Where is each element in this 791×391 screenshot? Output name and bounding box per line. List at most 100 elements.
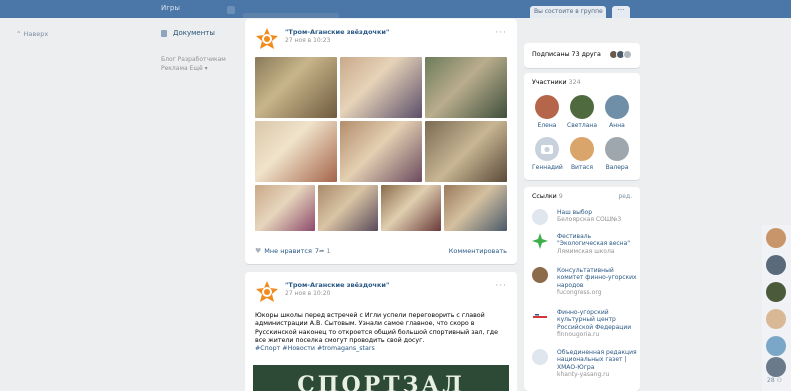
camera-icon bbox=[535, 137, 559, 161]
sidebar-item-label: Документы bbox=[173, 29, 215, 37]
post-date[interactable]: 27 ноя в 10:20 bbox=[285, 290, 330, 297]
avatar[interactable] bbox=[766, 357, 786, 377]
avatar bbox=[623, 50, 632, 59]
top-header: Игры Вы состоите в группе ··· bbox=[0, 0, 791, 18]
member-item[interactable]: Светлана bbox=[567, 95, 597, 129]
avatar[interactable] bbox=[766, 228, 786, 248]
group-avatar-icon[interactable] bbox=[255, 27, 279, 51]
friend-avatars bbox=[609, 50, 632, 59]
share-count: 1 bbox=[326, 247, 331, 255]
chevron-up-icon: ⌃ bbox=[16, 30, 22, 38]
post-header: "Тром-Аганские звёздочки" 27 ноя в 10:20… bbox=[255, 280, 507, 306]
back-to-top-label: Наверх bbox=[23, 30, 49, 38]
avatar bbox=[570, 95, 594, 119]
heart-icon: ♥ bbox=[255, 247, 262, 255]
post-photo[interactable] bbox=[255, 57, 337, 118]
post-tab-strip bbox=[243, 13, 339, 18]
people-icon bbox=[532, 209, 548, 225]
member-name: Анна bbox=[609, 122, 625, 129]
post-photo[interactable] bbox=[381, 185, 441, 231]
member-name: Витася bbox=[570, 164, 594, 171]
links-header[interactable]: Ссылки 9 bbox=[532, 193, 563, 200]
link-subtitle: finnougoria.ru bbox=[557, 331, 600, 339]
post-photo[interactable] bbox=[425, 57, 507, 118]
festival-logo-icon bbox=[532, 233, 548, 249]
avatar bbox=[605, 95, 629, 119]
member-name: Валера bbox=[605, 164, 629, 171]
avatar[interactable] bbox=[766, 336, 786, 356]
avatar[interactable] bbox=[766, 282, 786, 302]
avatar[interactable] bbox=[766, 309, 786, 329]
link-subtitle: Белоярская СОШ№3 bbox=[557, 216, 622, 224]
members-title: Участники bbox=[532, 79, 567, 86]
post-photo[interactable] bbox=[340, 57, 422, 118]
wall-post: "Тром-Аганские звёздочки" 27 ноя в 10:20… bbox=[245, 272, 517, 391]
chat-rail: 28 ⚇ bbox=[762, 225, 791, 391]
footer-links-row1[interactable]: Блог Разработчикам bbox=[161, 55, 241, 64]
post-hashtags[interactable]: #Спорт #Новости #tromagans_stars bbox=[255, 345, 510, 353]
link-title: Консультативный комитет финно-угорских н… bbox=[557, 267, 637, 289]
post-header: "Тром-Аганские звёздочки" 27 ноя в 10:23… bbox=[255, 27, 507, 53]
share-icon: ➦ bbox=[319, 247, 325, 255]
link-title: Фестиваль "Экологическая весна" bbox=[557, 233, 631, 248]
document-icon bbox=[161, 29, 167, 37]
joined-group-button[interactable]: Вы состоите в группе bbox=[530, 6, 606, 18]
link-arrow-icon bbox=[532, 349, 548, 365]
links-edit-link[interactable]: ред. bbox=[618, 193, 632, 200]
members-block: Участники 324 Елена Светлана Анна Геннад… bbox=[524, 73, 640, 180]
member-name: Светлана bbox=[567, 122, 598, 129]
post-photo[interactable] bbox=[255, 185, 315, 231]
like-button[interactable]: ♥ Мне нравится 7 bbox=[255, 247, 319, 255]
post-text: Юкоры школы перед встречей с Игли успели… bbox=[255, 312, 510, 353]
post-photo[interactable] bbox=[255, 121, 337, 182]
post-photo[interactable] bbox=[340, 121, 422, 182]
avatar bbox=[535, 95, 559, 119]
member-item[interactable]: Валера bbox=[602, 137, 632, 171]
member-name: Геннадий bbox=[532, 164, 563, 171]
link-title: Наш выбор bbox=[557, 209, 593, 216]
share-button[interactable]: ➦ 1 bbox=[319, 247, 331, 255]
link-subtitle: Лямимская школа bbox=[557, 247, 615, 255]
group-avatar-icon[interactable] bbox=[255, 280, 279, 304]
post-author[interactable]: "Тром-Аганские звёздочки" bbox=[285, 281, 389, 289]
member-item[interactable]: Геннадий bbox=[532, 137, 563, 171]
avatar[interactable] bbox=[766, 255, 786, 275]
comment-link[interactable]: Комментировать bbox=[449, 247, 507, 255]
post-body: Юкоры школы перед встречей с Игли успели… bbox=[255, 312, 498, 344]
member-item[interactable]: Анна bbox=[602, 95, 632, 129]
link-subtitle: fucongress.org bbox=[557, 289, 602, 297]
like-label: Мне нравится bbox=[264, 247, 312, 255]
friends-subscribed-block[interactable]: Подписаны 73 друга bbox=[524, 43, 640, 68]
wall-post: "Тром-Аганские звёздочки" 27 ноя в 10:23… bbox=[245, 19, 517, 264]
online-count[interactable]: 28 ⚇ bbox=[767, 377, 782, 384]
post-menu-icon[interactable]: ··· bbox=[495, 28, 507, 38]
post-photo[interactable] bbox=[318, 185, 378, 231]
member-name: Елена bbox=[537, 122, 557, 129]
footer-links: Блог Разработчикам Реклама Ещё ▾ bbox=[161, 55, 241, 73]
post-photo[interactable] bbox=[425, 121, 507, 182]
member-item[interactable]: Елена bbox=[532, 95, 562, 129]
post-menu-icon[interactable]: ··· bbox=[495, 281, 507, 291]
member-item[interactable]: Витася bbox=[567, 137, 597, 171]
avatar bbox=[570, 137, 594, 161]
post-photo[interactable]: СПОРТЗАЛ bbox=[253, 365, 509, 391]
links-block: Ссылки 9 ред. Наш выбор Белоярская СОШ№3 … bbox=[524, 187, 640, 391]
back-to-top-link[interactable]: ⌃ Наверх bbox=[16, 30, 48, 38]
post-date[interactable]: 27 ноя в 10:23 bbox=[285, 37, 330, 44]
finno-ugric-logo-icon bbox=[532, 309, 548, 325]
menu-item-games[interactable]: Игры bbox=[161, 4, 221, 12]
links-count: 9 bbox=[558, 193, 563, 200]
sidebar-item-documents[interactable]: Документы bbox=[161, 29, 215, 37]
friends-subscribed-label: Подписаны 73 друга bbox=[532, 51, 601, 58]
link-title: Финно-угорский культурный центр Российск… bbox=[557, 309, 632, 331]
congress-logo-icon bbox=[532, 267, 548, 283]
post-author[interactable]: "Тром-Аганские звёздочки" bbox=[285, 28, 389, 36]
footer-links-row2[interactable]: Реклама Ещё ▾ bbox=[161, 64, 241, 73]
post-photo[interactable] bbox=[444, 185, 507, 231]
group-more-button[interactable]: ··· bbox=[612, 6, 630, 18]
members-header[interactable]: Участники 324 bbox=[532, 79, 581, 86]
link-subtitle: khanty-yasang.ru bbox=[557, 371, 610, 379]
badge-icon bbox=[227, 6, 235, 14]
links-title: Ссылки bbox=[532, 193, 557, 200]
members-count: 324 bbox=[568, 79, 581, 86]
